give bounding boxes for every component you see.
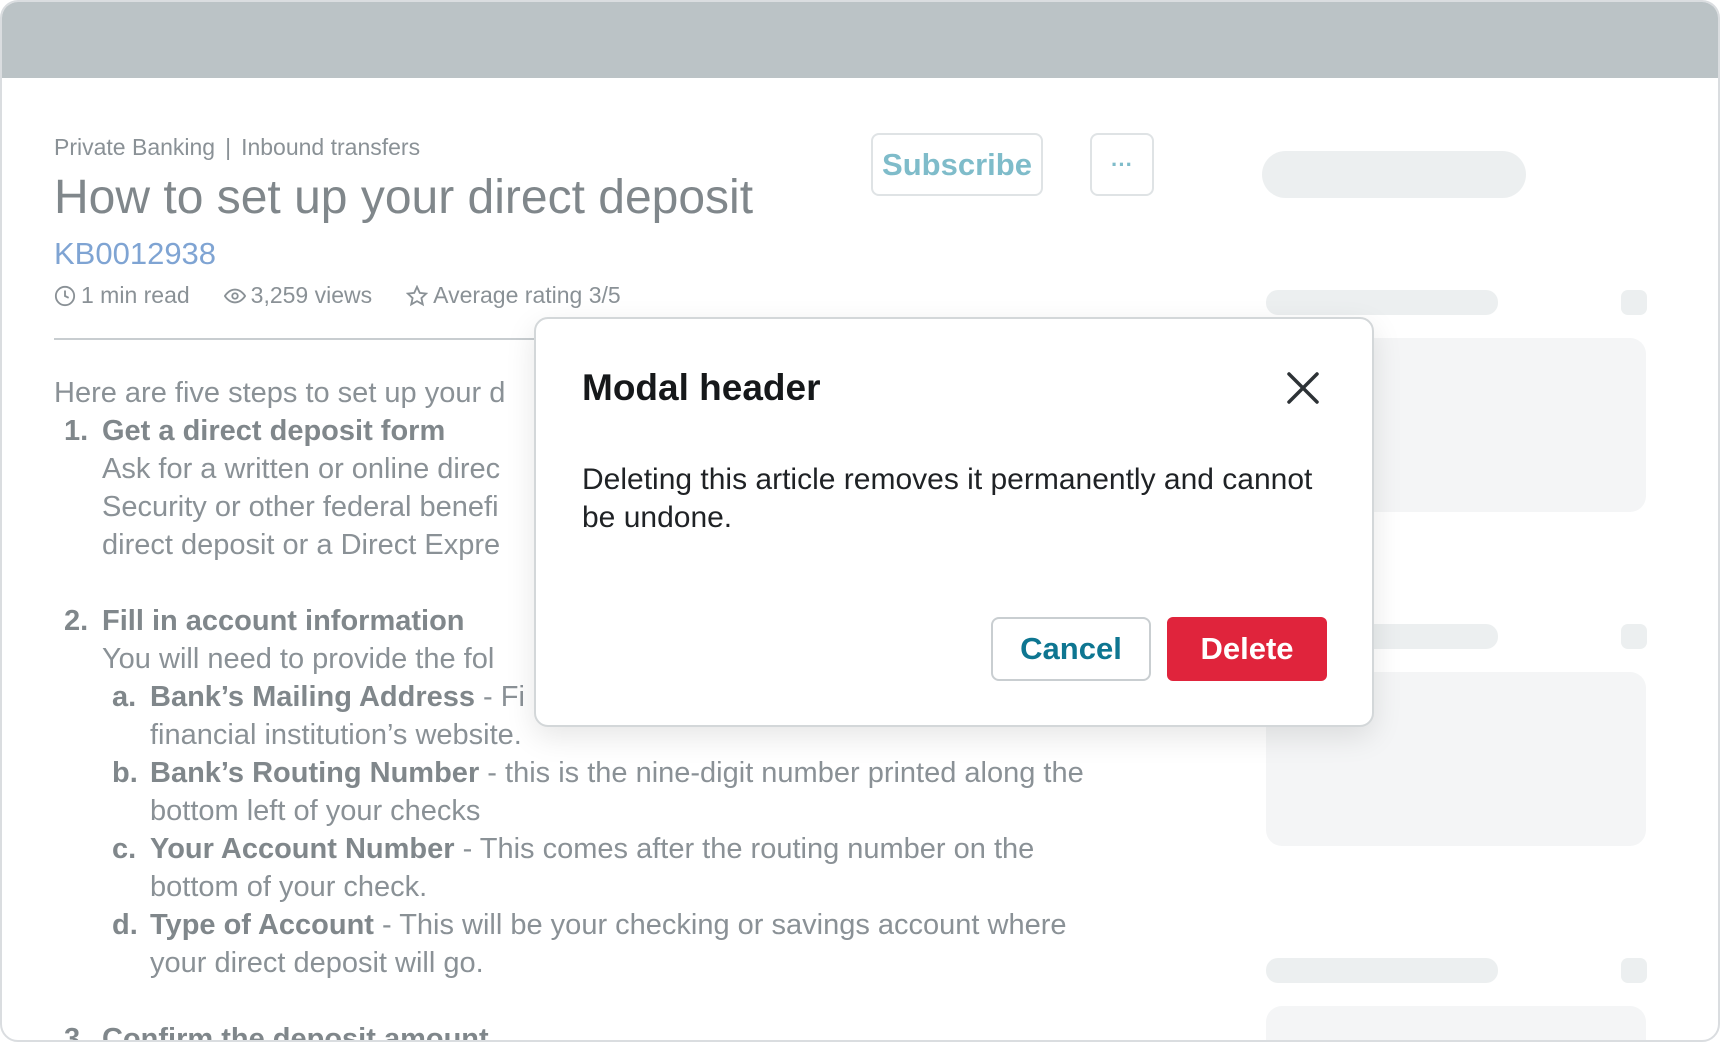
sub-letter: c. <box>112 833 137 865</box>
sub-cont: bottom left of your checks <box>150 795 481 827</box>
sub-name: Bank’s Mailing Address <box>150 681 475 713</box>
views-text: 3,259 views <box>250 282 373 308</box>
sub-item: b. Bank’s Routing Number - this is the n… <box>102 754 1164 830</box>
skeleton-pill <box>1262 151 1526 198</box>
skeleton-card <box>1266 1006 1646 1040</box>
sub-name: Your Account Number <box>150 833 455 865</box>
article-meta: 1 min read 3,259 views Average rating 3/… <box>54 282 621 309</box>
step-item: 3. Confirm the deposit amount <box>54 1020 1164 1042</box>
star-icon <box>406 284 429 306</box>
sub-name: Bank’s Routing Number <box>150 757 480 789</box>
sub-desc: - This comes after the routing number on… <box>454 833 1035 865</box>
sub-desc: - Fi <box>475 681 525 713</box>
step-title: Fill in account information <box>102 605 465 637</box>
sub-name: Type of Account <box>150 909 374 941</box>
step-number: 3. <box>64 1023 89 1042</box>
step-title: Confirm the deposit amount <box>102 1023 489 1042</box>
read-time-text: 1 min read <box>81 282 190 308</box>
app-window: Private Banking | Inbound transfers How to… <box>0 0 1720 1042</box>
kb-number[interactable]: KB0012938 <box>54 236 216 272</box>
sub-desc: - This will be your checking or savings … <box>373 909 1067 941</box>
breadcrumb-category[interactable]: Inbound transfers <box>241 134 420 160</box>
more-options-button[interactable]: ··· <box>1090 133 1154 196</box>
sub-desc: - this is the nine-digit number printed … <box>479 757 1084 789</box>
sub-letter: b. <box>112 757 138 789</box>
delete-button[interactable]: Delete <box>1167 617 1327 681</box>
rating-text: Average rating 3/5 <box>433 282 621 308</box>
skeleton-line <box>1266 958 1498 983</box>
clock-icon <box>54 285 76 306</box>
views: 3,259 views <box>223 282 373 309</box>
breadcrumb: Private Banking | Inbound transfers <box>54 134 420 161</box>
delete-modal: Modal header Deleting this article remov… <box>534 317 1374 727</box>
read-time: 1 min read <box>54 282 190 309</box>
cancel-button[interactable]: Cancel <box>991 617 1151 681</box>
step-number: 2. <box>64 605 89 637</box>
subscribe-button[interactable]: Subscribe <box>871 133 1043 196</box>
modal-message: Deleting this article removes it permane… <box>582 463 1313 534</box>
breadcrumb-separator: | <box>225 134 232 160</box>
skeleton-dot <box>1621 624 1647 649</box>
sub-item: d. Type of Account - This will be your c… <box>102 906 1164 982</box>
skeleton-dot <box>1621 958 1647 983</box>
step-number: 1. <box>64 415 89 447</box>
sub-item: c. Your Account Number - This comes afte… <box>102 830 1164 906</box>
sub-letter: d. <box>112 909 138 941</box>
sub-cont: your direct deposit will go. <box>150 947 484 979</box>
skeleton-line <box>1266 290 1498 315</box>
top-bar <box>2 2 1718 78</box>
close-icon[interactable] <box>1282 367 1324 409</box>
step-title: Get a direct deposit form <box>102 415 446 447</box>
rating: Average rating 3/5 <box>406 282 621 309</box>
modal-header: Modal header <box>582 367 821 408</box>
skeleton-dot <box>1621 290 1647 315</box>
eye-icon <box>223 288 246 303</box>
sub-cont: bottom of your check. <box>150 871 428 903</box>
sub-letter: a. <box>112 681 137 713</box>
breadcrumb-section[interactable]: Private Banking <box>54 134 215 160</box>
page-title: How to set up your direct deposit <box>54 171 754 224</box>
